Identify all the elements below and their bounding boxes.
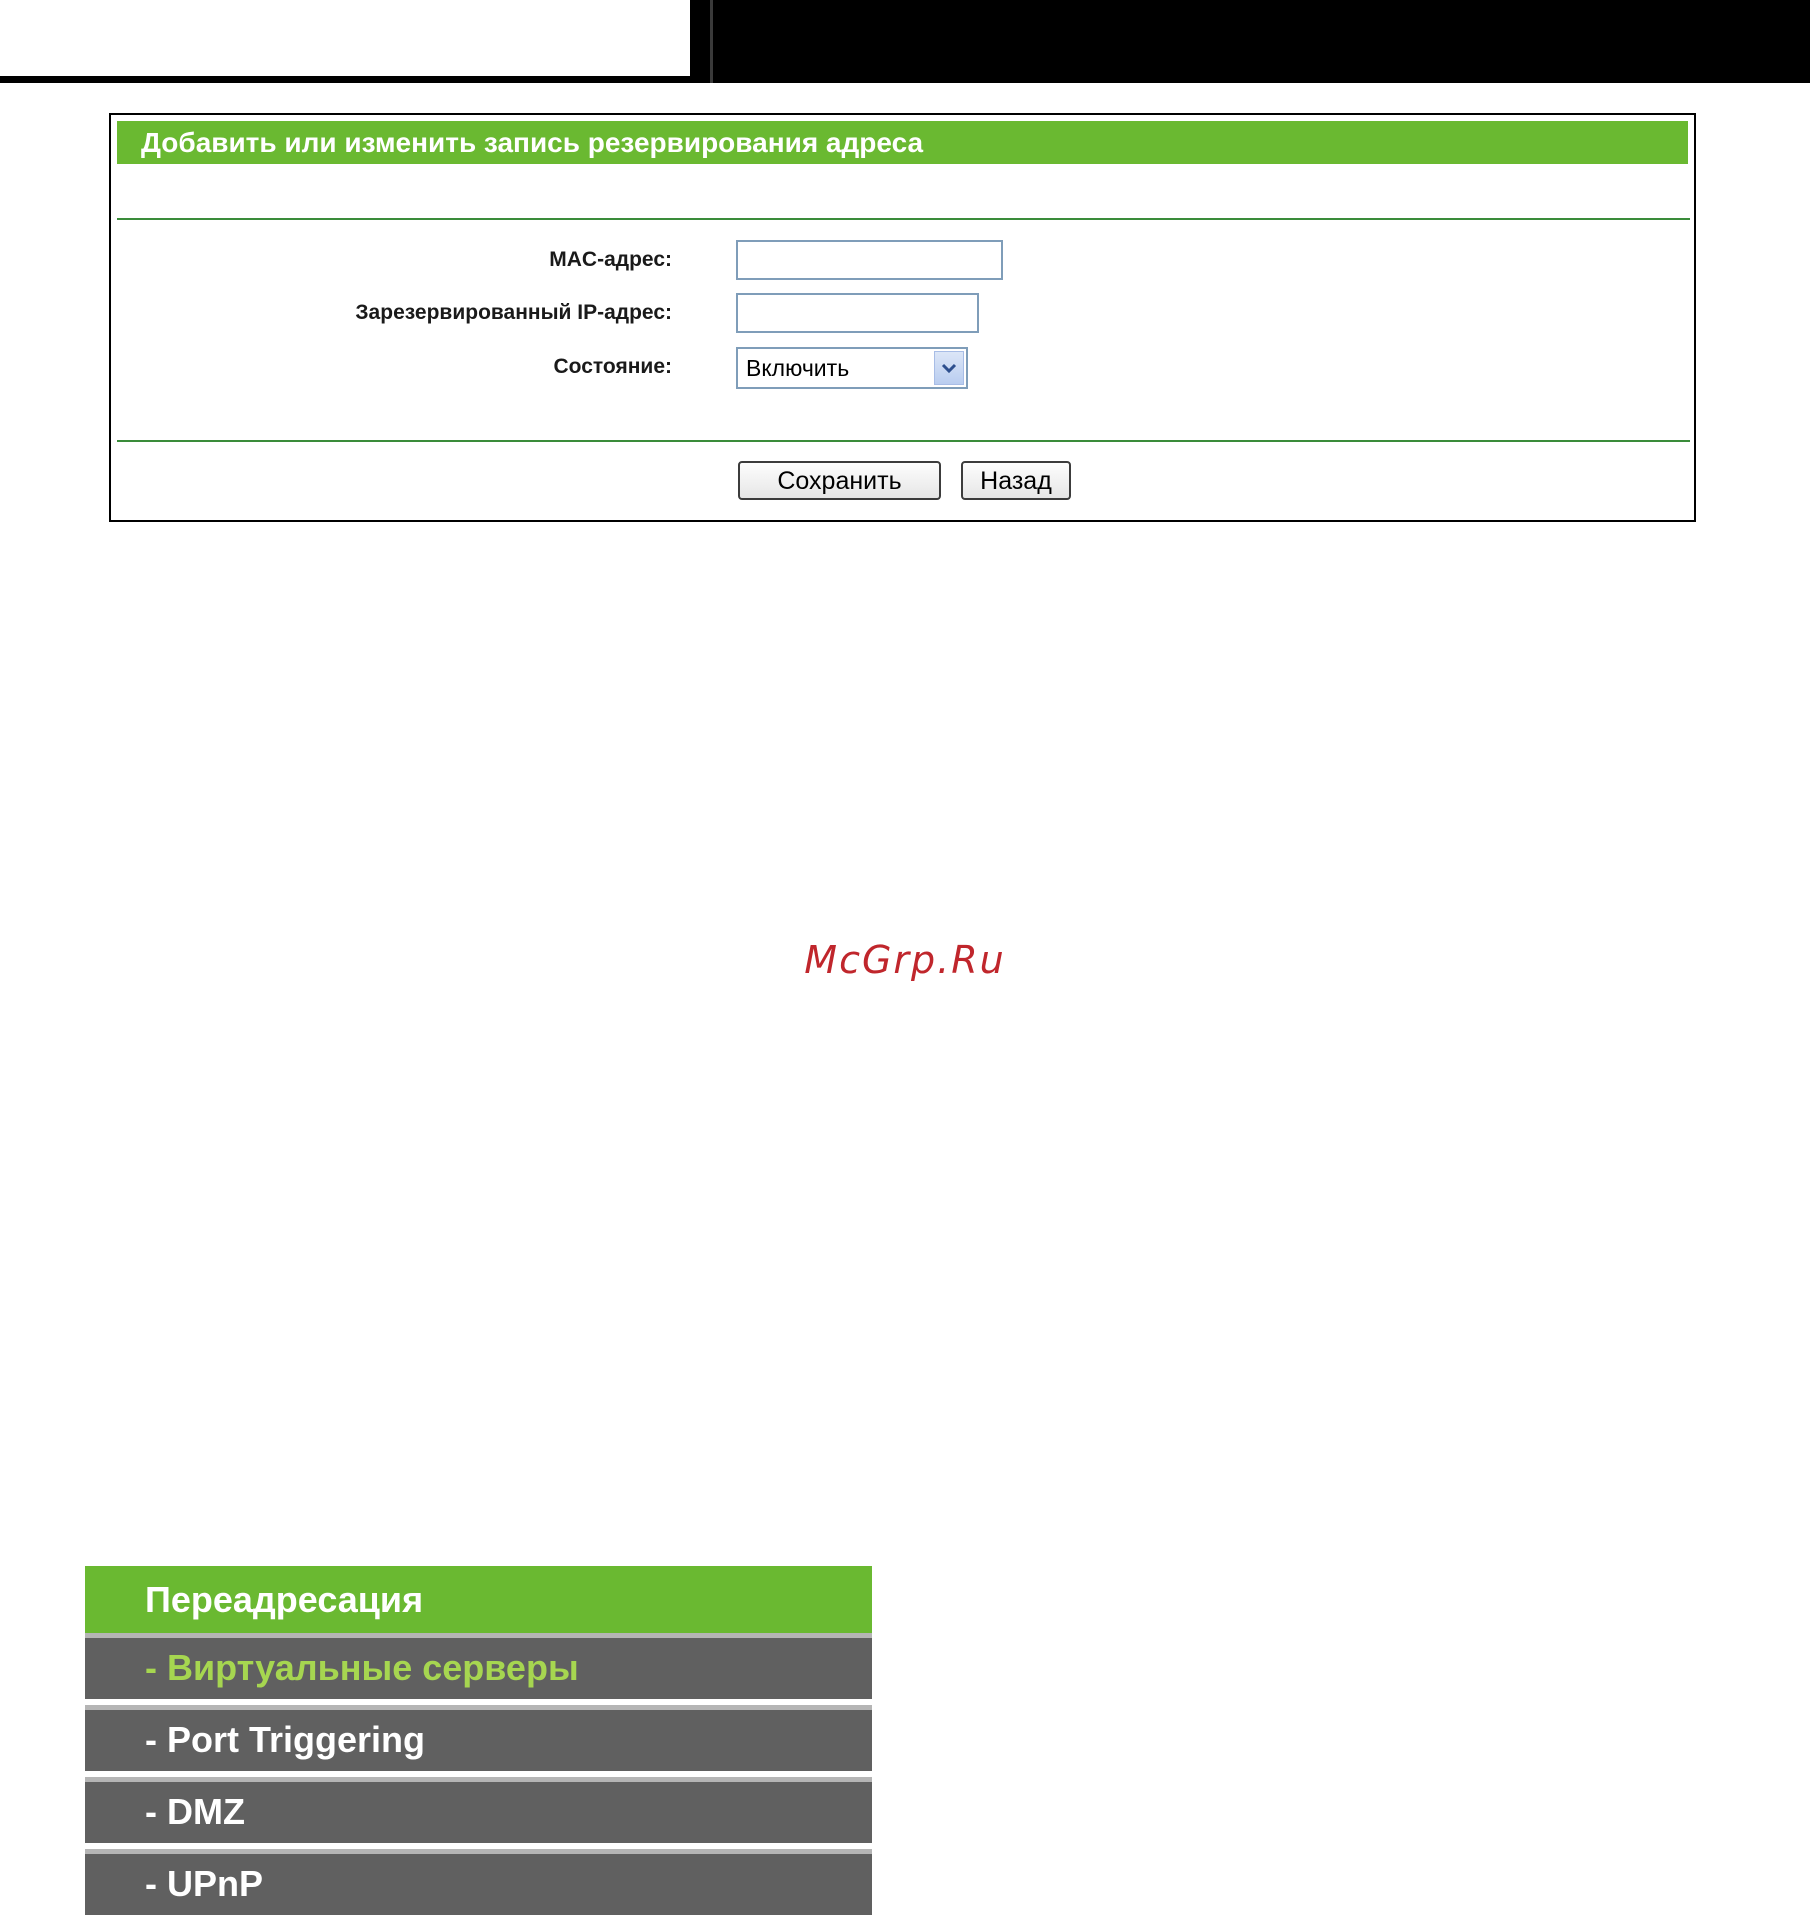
save-button[interactable]: Сохранить (738, 461, 941, 500)
mac-address-input[interactable] (736, 240, 1003, 280)
forwarding-menu: Переадресация - Виртуальные серверы - Po… (85, 1566, 872, 1923)
chevron-down-icon[interactable] (934, 351, 964, 385)
status-select[interactable]: Включить (736, 347, 968, 389)
header-divider (710, 0, 713, 83)
menu-item-dmz[interactable]: - DMZ (85, 1777, 872, 1843)
reserved-ip-label: Зарезервированный IP-адрес: (355, 301, 672, 324)
divider-line (117, 218, 1690, 220)
top-header-bar (0, 0, 1810, 84)
panel-title: Добавить или изменить запись резервирова… (117, 121, 1688, 164)
header-left-area (0, 0, 690, 76)
divider-line (117, 440, 1690, 442)
address-reservation-panel: Добавить или изменить запись резервирова… (109, 113, 1696, 522)
status-label: Состояние: (553, 355, 672, 378)
menu-header-forwarding[interactable]: Переадресация (85, 1566, 872, 1633)
watermark-text: McGrp.Ru (804, 938, 1006, 982)
menu-item-virtual-servers[interactable]: - Виртуальные серверы (85, 1633, 872, 1699)
back-button[interactable]: Назад (961, 461, 1071, 500)
menu-item-port-triggering[interactable]: - Port Triggering (85, 1705, 872, 1771)
mac-address-label: MAC-адрес: (549, 248, 672, 271)
reserved-ip-input[interactable] (736, 293, 979, 333)
menu-item-upnp[interactable]: - UPnP (85, 1849, 872, 1915)
header-left-underline (0, 76, 690, 83)
status-selected-value: Включить (746, 355, 850, 381)
header-right-area (690, 0, 1810, 83)
